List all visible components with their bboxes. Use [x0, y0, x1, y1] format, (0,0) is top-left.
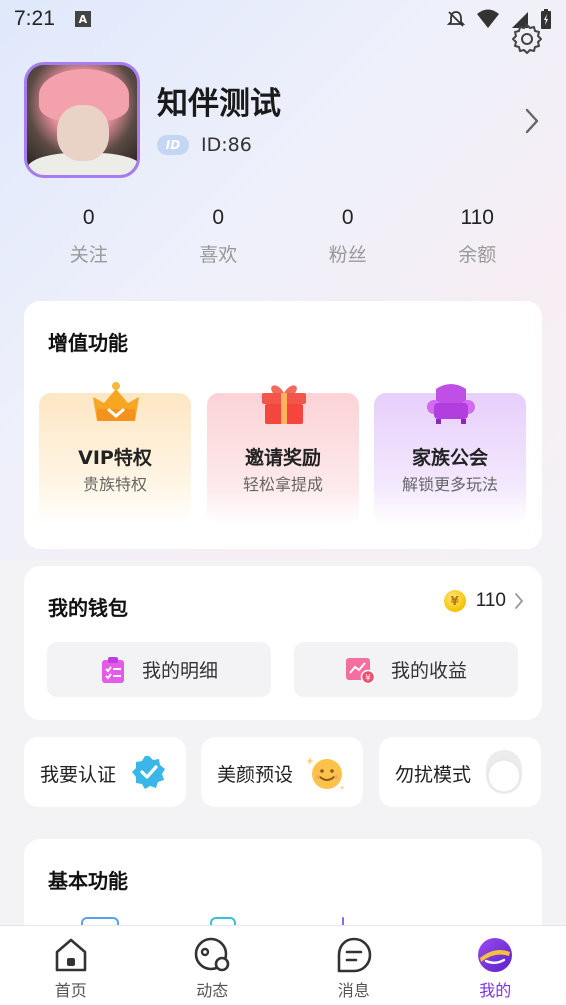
svg-text:¥: ¥	[365, 673, 371, 683]
status-bar: 7:21 A	[0, 0, 566, 38]
profile-icon	[478, 938, 513, 972]
nickname: 知伴测试	[157, 86, 281, 122]
nav-label: 我的	[479, 981, 512, 1000]
nav-label: 动态	[196, 981, 229, 1000]
tile-subtitle: 解锁更多玩法	[401, 475, 498, 494]
do-not-disturb-toggle[interactable]: 勿扰模式	[379, 737, 541, 807]
coin-icon: ¥	[443, 590, 466, 612]
stat-value: 0	[341, 206, 354, 229]
nav-home[interactable]: 首页	[0, 926, 142, 1005]
profile-stats: 0 关注 0 喜欢 0 粉丝 110 余额	[24, 206, 542, 267]
family-guild-tile[interactable]: 家族公会 解锁更多玩法	[374, 384, 526, 525]
profile-header[interactable]: 知伴测试 ID ID:86	[24, 62, 544, 180]
nav-label: 消息	[337, 981, 370, 1000]
nav-label: 首页	[54, 981, 87, 1000]
user-id-row: ID ID:86	[157, 134, 252, 156]
stat-label: 关注	[69, 244, 108, 266]
tile-title: 邀请奖励	[244, 447, 321, 469]
bell-off-icon	[446, 11, 466, 27]
button-label: 我的收益	[390, 660, 467, 682]
stat-fans[interactable]: 0 粉丝	[283, 206, 413, 267]
button-label: 我要认证	[40, 764, 117, 786]
clipboard-list-icon	[101, 656, 124, 683]
status-time: 7:21	[14, 7, 55, 30]
gift-icon	[262, 385, 306, 424]
chevron-right-icon	[515, 593, 524, 609]
vip-privilege-tile[interactable]: VIP特权 贵族特权	[39, 382, 191, 525]
stat-balance[interactable]: 110 余额	[413, 206, 543, 267]
crown-icon	[93, 382, 139, 421]
certification-button[interactable]: 我要认证	[24, 737, 186, 807]
section-title: 增值功能	[48, 331, 128, 355]
tile-subtitle: 轻松拿提成	[242, 475, 323, 494]
beauty-preset-button[interactable]: 美颜预设	[201, 737, 363, 807]
section-title: 我的钱包	[48, 596, 128, 620]
stat-value: 0	[82, 206, 95, 229]
invite-reward-tile[interactable]: 邀请奖励 轻松拿提成	[207, 385, 359, 525]
value-added-card: 增值功能 VIP特权 贵族特权 邀请奖励 轻松拿提成 家族公会 解锁更多玩法	[24, 301, 542, 549]
toggle-switch-icon	[486, 750, 522, 794]
button-label: 我的明细	[141, 660, 218, 682]
nav-messages[interactable]: 消息	[283, 926, 425, 1005]
stat-likes[interactable]: 0 喜欢	[154, 206, 284, 267]
id-badge: ID	[157, 135, 189, 155]
status-a-icon: A	[74, 11, 91, 27]
stat-value: 110	[460, 206, 494, 229]
avatar[interactable]	[24, 62, 140, 178]
stat-label: 粉丝	[328, 244, 367, 266]
tile-title: 家族公会	[411, 447, 488, 469]
sofa-icon	[427, 384, 475, 424]
section-title: 基本功能	[48, 869, 128, 893]
wallet-balance[interactable]: ¥ 110	[443, 590, 524, 612]
verified-badge-icon	[132, 756, 165, 789]
wifi-icon	[477, 9, 499, 28]
chevron-right-icon[interactable]	[522, 106, 542, 136]
stat-label: 喜欢	[199, 244, 238, 266]
moments-icon	[194, 937, 230, 972]
home-icon	[55, 938, 87, 972]
button-label: 勿扰模式	[395, 764, 472, 786]
my-details-button[interactable]: 我的明细	[47, 642, 271, 697]
nav-mine[interactable]: 我的	[425, 926, 566, 1005]
tile-subtitle: 贵族特权	[82, 475, 147, 494]
balance-value: 110	[475, 590, 506, 611]
stat-label: 余额	[458, 244, 497, 266]
stat-following[interactable]: 0 关注	[24, 206, 154, 267]
user-id: ID:86	[201, 134, 252, 156]
bottom-navigation: 首页 动态 消息 我的	[0, 925, 566, 1005]
tile-title: VIP特权	[78, 447, 152, 469]
my-income-button[interactable]: ¥ 我的收益	[294, 642, 518, 697]
button-label: 美颜预设	[217, 764, 294, 786]
stat-value: 0	[212, 206, 225, 229]
basic-functions-card: 基本功能	[24, 839, 542, 939]
wallet-card: 我的钱包 ¥ 110 我的明细 ¥ 我的收益	[24, 566, 542, 720]
message-icon	[337, 937, 372, 973]
nav-moments[interactable]: 动态	[142, 926, 284, 1005]
smiley-face-icon	[307, 757, 345, 790]
income-chart-icon: ¥	[345, 657, 375, 684]
settings-gear-icon[interactable]	[510, 22, 544, 56]
